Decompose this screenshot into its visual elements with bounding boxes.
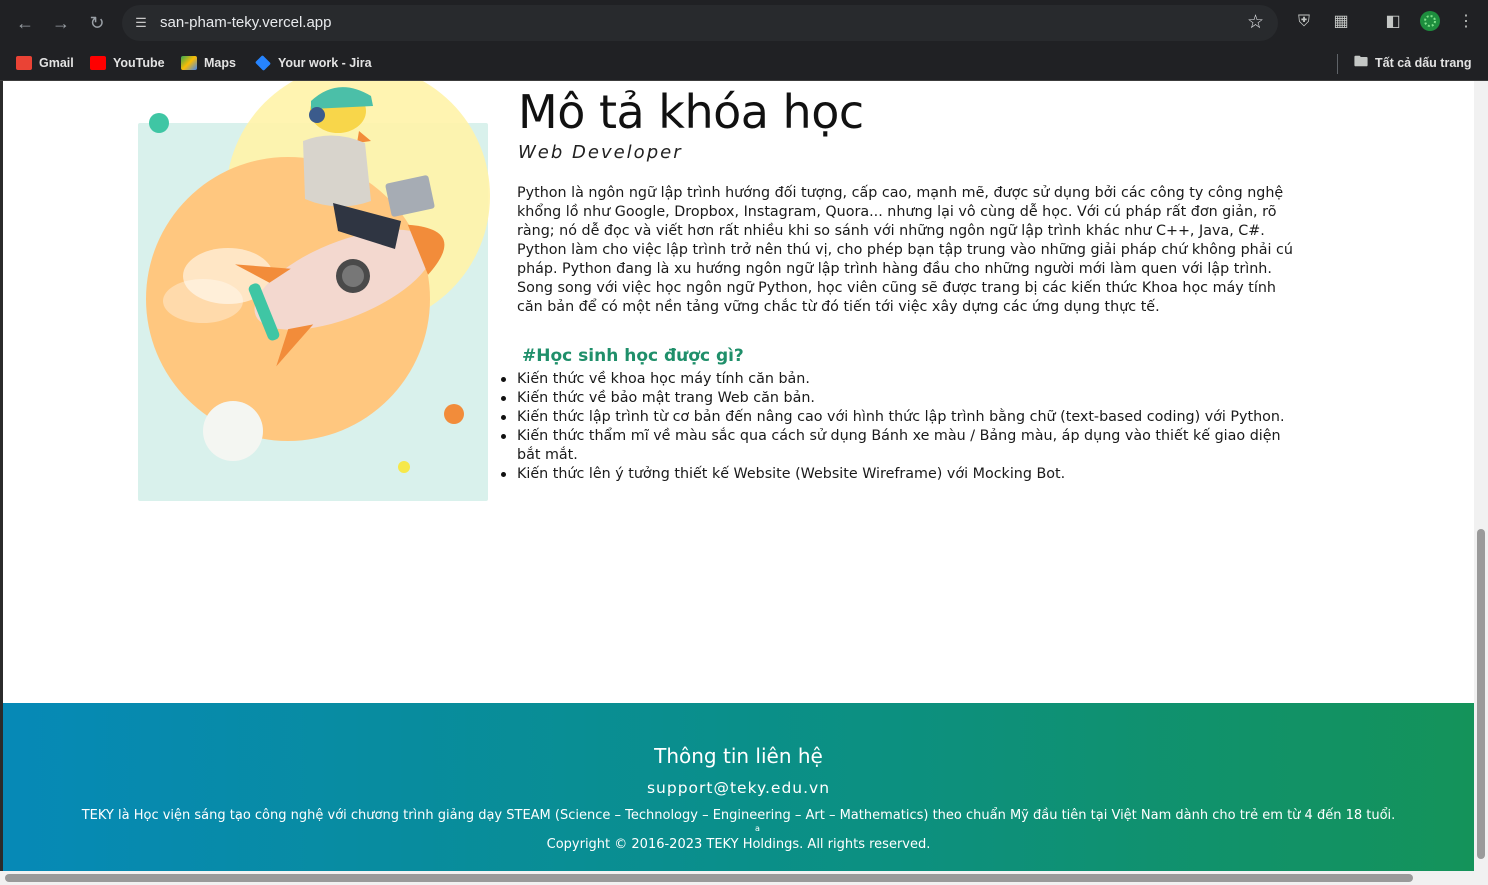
side-panel-icon[interactable]: ◧ xyxy=(1382,11,1404,33)
bookmarks-bar: Gmail YouTube Maps Your work - Jira 🖿 Tấ… xyxy=(0,46,1488,81)
bookmark-label: Gmail xyxy=(39,56,74,70)
all-bookmarks-label: Tất cả dấu trang xyxy=(1375,56,1472,70)
gmail-icon xyxy=(16,56,32,70)
bookmark-gmail[interactable]: Gmail xyxy=(16,53,74,73)
jira-icon xyxy=(255,55,271,71)
footer-about: TEKY là Học viện sáng tạo công nghệ với … xyxy=(81,808,1396,823)
footer-copyright: Copyright © 2016-2023 TEKY Holdings. All… xyxy=(546,837,931,852)
youtube-icon xyxy=(90,56,106,70)
course-subtitle: Web Developer xyxy=(518,142,683,163)
back-arrow-icon[interactable]: ← xyxy=(13,11,37,35)
course-illustration xyxy=(133,81,503,511)
bookmark-maps[interactable]: Maps xyxy=(181,53,236,73)
bookmark-star-icon[interactable]: ☆ xyxy=(1247,11,1264,34)
list-item: Kiến thức về khoa học máy tính căn bản. xyxy=(501,370,1307,389)
bookmark-label: YouTube xyxy=(113,56,165,70)
browser-toolbar: ← → ↻ ☰ san-pham-teky.vercel.app ☆ ⛨ ▦ ◧… xyxy=(0,0,1488,46)
footer-mark: a xyxy=(755,824,760,833)
page-viewport: Mô tả khóa học Web Developer Python là n… xyxy=(3,81,1474,871)
learn-heading: #Học sinh học được gì? xyxy=(522,346,744,366)
horizontal-scroll-thumb[interactable] xyxy=(5,874,1413,882)
footer-title: Thông tin liên hệ xyxy=(654,744,823,768)
list-item: Kiến thức lập trình từ cơ bản đến nâng c… xyxy=(501,408,1307,427)
profile-avatar-icon[interactable] xyxy=(1419,11,1441,33)
site-footer: Thông tin liên hệ support@teky.edu.vn TE… xyxy=(3,703,1474,871)
course-description: Python là ngôn ngữ lập trình hướng đối t… xyxy=(517,185,1293,315)
folder-icon: 🖿 xyxy=(1354,53,1368,69)
list-item: Kiến thức về bảo mật trang Web căn bản. xyxy=(501,389,1307,408)
horizontal-scrollbar[interactable] xyxy=(0,871,1488,885)
all-bookmarks-button[interactable]: 🖿 Tất cả dấu trang xyxy=(1354,53,1472,73)
maps-icon xyxy=(181,56,197,70)
vertical-scroll-thumb[interactable] xyxy=(1477,529,1485,859)
bookmark-youtube[interactable]: YouTube xyxy=(90,53,165,73)
bookmark-label: Maps xyxy=(204,56,236,70)
bookmark-jira[interactable]: Your work - Jira xyxy=(255,53,372,73)
bookmark-label: Your work - Jira xyxy=(278,56,372,70)
forward-arrow-icon[interactable]: → xyxy=(49,11,73,35)
page-title: Mô tả khóa học xyxy=(518,85,864,139)
menu-kebab-icon[interactable]: ⋮ xyxy=(1455,11,1477,33)
list-item: Kiến thức lên ý tưởng thiết kế Website (… xyxy=(501,465,1307,484)
reload-icon[interactable]: ↻ xyxy=(85,11,109,35)
extensions-puzzle-icon[interactable]: ▦ xyxy=(1330,11,1352,33)
url-text[interactable]: san-pham-teky.vercel.app xyxy=(160,14,331,31)
site-settings-icon[interactable]: ☰ xyxy=(132,14,150,32)
list-item: Kiến thức thẩm mĩ về màu sắc qua cách sử… xyxy=(501,427,1307,465)
learn-list: Kiến thức về khoa học máy tính căn bản. … xyxy=(501,370,1307,484)
footer-email-link[interactable]: support@teky.edu.vn xyxy=(3,779,1474,797)
vertical-scrollbar[interactable] xyxy=(1474,81,1488,871)
address-bar[interactable]: ☰ san-pham-teky.vercel.app ☆ xyxy=(122,5,1278,41)
bookmarks-divider xyxy=(1337,54,1338,74)
shield-icon[interactable]: ⛨ xyxy=(1293,11,1315,33)
